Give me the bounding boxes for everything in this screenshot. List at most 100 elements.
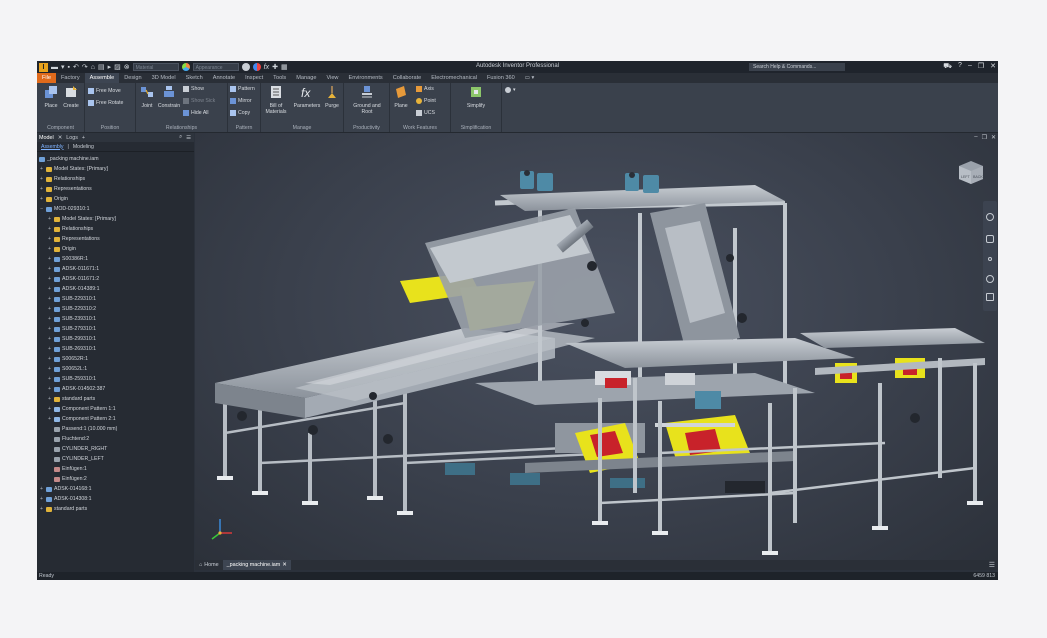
tree-expander-icon[interactable]: + — [47, 214, 52, 224]
tree-node[interactable]: + Relationships — [37, 224, 194, 234]
ribbon-options-icon[interactable]: ▭ ▾ — [520, 73, 540, 83]
fx-icon[interactable]: fx — [264, 64, 269, 71]
constrain-button[interactable]: Constrain — [156, 85, 182, 109]
copy-button[interactable]: Copy — [230, 110, 250, 116]
tree-expander-icon[interactable]: + — [47, 254, 52, 264]
tree-node[interactable]: + SUB-279310:1 — [37, 324, 194, 334]
tree-node[interactable]: Einfügen:1 — [37, 464, 194, 474]
free-move-button[interactable]: Free Move — [88, 88, 121, 94]
tab-file[interactable]: File — [37, 73, 57, 83]
save-icon[interactable]: ▪ — [68, 64, 70, 71]
mirror-button[interactable]: Mirror — [230, 98, 252, 104]
tree-expander-icon[interactable]: + — [47, 284, 52, 294]
tree-expander-icon[interactable]: + — [47, 244, 52, 254]
tree-expander-icon[interactable]: + — [39, 164, 44, 174]
tree-node[interactable]: + ADSK-011671:2 — [37, 274, 194, 284]
tab-logs[interactable]: Logs — [66, 135, 78, 141]
cart-icon[interactable]: ⛟ — [943, 62, 952, 71]
tree-expander-icon[interactable]: + — [47, 314, 52, 324]
show-button[interactable]: Show — [183, 86, 204, 92]
free-rotate-button[interactable]: Free Rotate — [88, 100, 123, 106]
tree-expander-icon[interactable]: + — [47, 384, 52, 394]
tree-node[interactable]: + SUB-229310:1 — [37, 294, 194, 304]
add-in-button[interactable]: ▾ — [505, 87, 516, 93]
tree-node[interactable]: + Model States: [Primary] — [37, 214, 194, 224]
tree-expander-icon[interactable]: + — [47, 374, 52, 384]
tab-factory[interactable]: Factory — [56, 73, 85, 83]
app-logo-icon[interactable]: I — [39, 62, 48, 72]
tree-node[interactable]: + Model States: [Primary] — [37, 164, 194, 174]
parameters-button[interactable]: fx Parameters — [291, 85, 323, 109]
tree-node[interactable]: + S00652L:1 — [37, 364, 194, 374]
bill-of-materials-button[interactable]: Bill of Materials — [261, 85, 291, 115]
appearance-color-icon[interactable] — [181, 63, 190, 71]
tree-node[interactable]: + SUB-229310:2 — [37, 304, 194, 314]
new-file-icon[interactable]: ▬ — [51, 64, 58, 71]
tree-expander-icon[interactable]: + — [47, 234, 52, 244]
subtab-assembly[interactable]: Assembly — [41, 144, 64, 150]
tree-expander-icon[interactable]: + — [47, 264, 52, 274]
tree-node[interactable]: + standard parts — [37, 394, 194, 404]
tree-expander-icon[interactable]: + — [47, 334, 52, 344]
home-icon[interactable]: ⌂ — [91, 64, 95, 71]
tab-3d-model[interactable]: 3D Model — [147, 73, 181, 83]
plus-icon[interactable]: ✚ — [272, 63, 278, 71]
tree-expander-icon[interactable]: + — [47, 304, 52, 314]
tree-node[interactable]: Passend:1 (10.000 mm) — [37, 424, 194, 434]
tree-expander-icon[interactable]: + — [39, 504, 44, 514]
tree-node[interactable]: CYLINDER_LEFT — [37, 454, 194, 464]
tree-node[interactable]: + SUB-299310:1 — [37, 334, 194, 344]
tab-assemble[interactable]: Assemble — [84, 73, 120, 83]
tree-expander-icon[interactable]: + — [47, 344, 52, 354]
tree-node[interactable]: Fluchtend:2 — [37, 434, 194, 444]
close-model-tab-icon[interactable]: ✕ — [58, 135, 63, 141]
tab-electromechanical[interactable]: Electromechanical — [426, 73, 482, 83]
select-icon[interactable]: ▸ — [108, 63, 112, 71]
tree-node[interactable]: + S00652R:1 — [37, 354, 194, 364]
tree-node[interactable]: + S00386R:1 — [37, 254, 194, 264]
tree-node[interactable]: CYLINDER_RIGHT — [37, 444, 194, 454]
tab-tools[interactable]: Tools — [268, 73, 291, 83]
tree-node[interactable]: + ADSK-011671:1 — [37, 264, 194, 274]
color-override-icon[interactable] — [252, 63, 261, 71]
add-tab-icon[interactable]: + — [82, 135, 85, 141]
simplify-button[interactable]: Simplify — [462, 85, 490, 109]
tab-list-icon[interactable]: ☰ — [989, 561, 995, 569]
tree-node[interactable]: + standard parts — [37, 504, 194, 514]
tree-expander-icon[interactable]: + — [47, 354, 52, 364]
close-icon[interactable]: ✕ — [990, 62, 996, 71]
tree-expander-icon[interactable]: + — [39, 174, 44, 184]
tree-node[interactable]: + ADSK-014502:387 — [37, 384, 194, 394]
tree-node[interactable]: + SUB-269310:1 — [37, 344, 194, 354]
tree-expander-icon[interactable]: + — [39, 194, 44, 204]
browser-menu-icon[interactable]: ☰ — [186, 135, 191, 141]
plane-button[interactable]: Plane — [390, 85, 412, 109]
axis-button[interactable]: Axis — [416, 86, 434, 92]
browser-search-icon[interactable]: ⌕ — [179, 134, 182, 141]
tree-node[interactable]: + Representations — [37, 184, 194, 194]
tree-expander-icon[interactable]: + — [47, 364, 52, 374]
tab-design[interactable]: Design — [119, 73, 146, 83]
tab-collaborate[interactable]: Collaborate — [388, 73, 427, 83]
tab-environments[interactable]: Environments — [343, 73, 387, 83]
tree-node[interactable]: Einfügen:2 — [37, 474, 194, 484]
tab-manage[interactable]: Manage — [291, 73, 321, 83]
tree-node[interactable]: + Component Pattern 1:1 — [37, 404, 194, 414]
undo-icon[interactable]: ↶ — [73, 63, 79, 71]
tab-sketch[interactable]: Sketch — [181, 73, 208, 83]
ucs-button[interactable]: UCS — [416, 110, 435, 116]
redo-icon[interactable]: ↷ — [82, 63, 88, 71]
close-doc-tab-icon[interactable]: ✕ — [282, 560, 287, 570]
tab-view[interactable]: View — [321, 73, 343, 83]
ground-and-root-button[interactable]: Ground and Root — [348, 85, 386, 115]
tree-expander-icon[interactable]: + — [47, 404, 52, 414]
help-icon[interactable]: ? — [958, 62, 962, 71]
tree-node[interactable]: + SUB-259310:1 — [37, 374, 194, 384]
tree-expander-icon[interactable]: + — [47, 224, 52, 234]
joint-button[interactable]: Joint — [136, 85, 158, 109]
pattern-button[interactable]: Pattern — [230, 86, 255, 92]
tab-home[interactable]: ⌂ Home — [195, 560, 223, 570]
hide-all-button[interactable]: Hide All — [183, 110, 209, 116]
tree-node[interactable]: + ADSK-014168:1 — [37, 484, 194, 494]
tree-node[interactable]: + Representations — [37, 234, 194, 244]
